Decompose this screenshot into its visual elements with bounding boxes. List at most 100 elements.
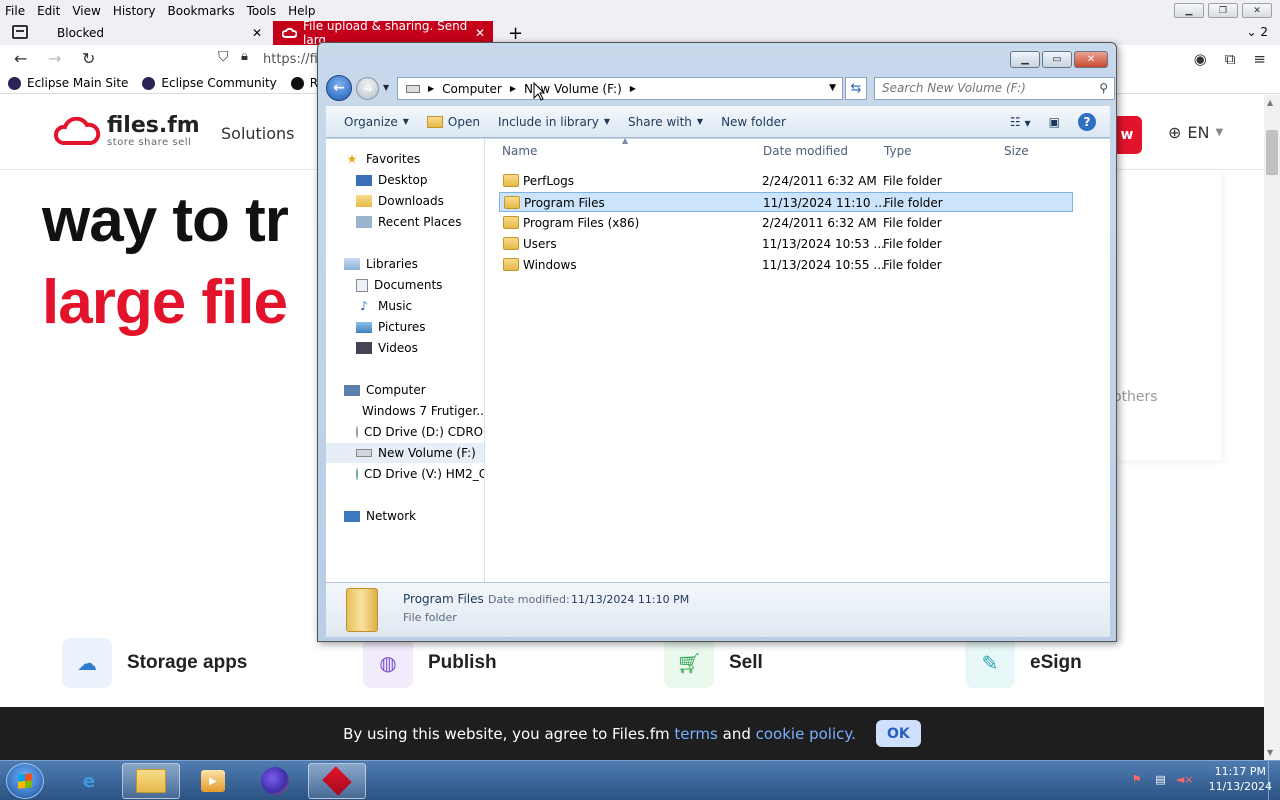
back-icon[interactable]: ← [14, 49, 27, 68]
extensions-icon[interactable]: ⧉ [1225, 50, 1236, 68]
address-bar[interactable]: ▶ Computer ▶ New Volume (F:) ▶ ▼ [397, 77, 843, 100]
menu-file[interactable]: File [0, 4, 31, 18]
search-icon[interactable]: ⚲ [1099, 81, 1108, 95]
menu-bookmarks[interactable]: Bookmarks [162, 4, 241, 18]
tab-list-icon[interactable] [12, 25, 28, 39]
close-icon[interactable]: ✕ [475, 26, 485, 40]
nav-pictures[interactable]: Pictures [326, 317, 484, 337]
show-desktop-button[interactable] [1268, 761, 1280, 800]
nav-cd-drive-d[interactable]: CD Drive (D:) CDROM [326, 422, 484, 442]
breadcrumb-arrow-icon[interactable]: ▶ [428, 84, 434, 93]
close-icon[interactable]: ✕ [252, 26, 262, 40]
files-fm-app-icon[interactable] [308, 763, 366, 799]
file-explorer-icon[interactable] [122, 763, 180, 799]
hamburger-menu-icon[interactable]: ≡ [1253, 50, 1266, 68]
new-folder-button[interactable]: New folder [721, 115, 786, 129]
help-icon[interactable]: ? [1078, 113, 1096, 131]
nav-music[interactable]: ♪ Music [326, 296, 484, 316]
file-row-perflogs[interactable]: PerfLogs 2/24/2011 6:32 AM File folder [499, 171, 1073, 191]
column-name[interactable]: Name [502, 144, 537, 158]
column-date-modified[interactable]: Date modified [763, 144, 848, 158]
tab-overflow-button[interactable]: ⌄ 2 [1246, 25, 1268, 39]
nav-documents[interactable]: Documents [326, 275, 484, 295]
volume-muted-icon[interactable]: ◄× [1176, 771, 1194, 787]
restore-button[interactable]: ❐ [1208, 3, 1238, 18]
minimize-button[interactable]: ▁ [1174, 3, 1204, 18]
cookie-ok-button[interactable]: OK [875, 720, 921, 747]
search-input[interactable] [882, 78, 1092, 98]
nav-desktop[interactable]: Desktop [326, 170, 484, 190]
action-center-icon[interactable]: ⚑ [1129, 771, 1145, 787]
dialog-close-button[interactable]: ✕ [1074, 51, 1108, 68]
breadcrumb-arrow-icon[interactable]: ▶ [510, 84, 516, 93]
include-in-library-button[interactable]: Include in library ▼ [498, 115, 610, 129]
file-row-program-files[interactable]: Program Files 11/13/2024 11:10 ... File … [499, 192, 1073, 212]
scroll-down-icon[interactable]: ▼ [1267, 748, 1273, 757]
feature-storage-apps[interactable]: ☁ Storage apps [62, 638, 247, 688]
nav-recent-places[interactable]: Recent Places [326, 212, 484, 232]
menu-history[interactable]: History [107, 4, 162, 18]
nav-network[interactable]: Network [326, 506, 484, 526]
address-dropdown-icon[interactable]: ▼ [829, 83, 836, 93]
scroll-thumb[interactable] [1266, 130, 1278, 175]
nav-favorites[interactable]: ★ Favorites [326, 149, 484, 169]
shield-icon[interactable]: ⛉ [218, 49, 229, 65]
reload-icon[interactable]: ↻ [82, 49, 95, 68]
page-scrollbar[interactable]: ▲ ▼ [1264, 95, 1280, 760]
new-tab-button[interactable]: + [508, 23, 523, 44]
breadcrumb-computer[interactable]: Computer [442, 82, 502, 96]
refresh-icon[interactable]: ⇆ [845, 77, 867, 100]
language-selector[interactable]: ⊕ EN ▼ [1168, 123, 1223, 142]
internet-explorer-icon[interactable]: e [60, 763, 118, 799]
open-button[interactable]: Open [426, 115, 480, 129]
file-row-windows[interactable]: Windows 11/13/2024 10:55 ... File folder [499, 255, 1073, 275]
menu-view[interactable]: View [66, 4, 106, 18]
menu-edit[interactable]: Edit [31, 4, 66, 18]
lock-icon[interactable]: 🔒︎ [241, 49, 248, 64]
menu-tools[interactable]: Tools [241, 4, 283, 18]
search-box[interactable]: ⚲ [874, 77, 1115, 100]
feature-esign[interactable]: ✎ eSign [965, 638, 1082, 688]
forward-icon[interactable]: → [48, 49, 61, 68]
bookmark-eclipse-community[interactable]: Eclipse Community [142, 76, 277, 90]
view-options-icon[interactable]: ☷ ▼ [1010, 115, 1031, 129]
column-size[interactable]: Size [1004, 144, 1029, 158]
menu-help[interactable]: Help [282, 4, 321, 18]
nav-windows7-drive[interactable]: Windows 7 Frutiger... [326, 401, 484, 421]
forward-icon[interactable]: → [356, 77, 379, 100]
tab-blocked[interactable]: Blocked ✕ [40, 21, 270, 45]
scroll-up-icon[interactable]: ▲ [1267, 98, 1273, 107]
feature-publish[interactable]: ◍ Publish [363, 638, 497, 688]
network-status-icon[interactable]: ▤ [1153, 771, 1169, 787]
nav-cd-drive-v[interactable]: CD Drive (V:) HM2_C [326, 464, 484, 484]
firefox-icon[interactable] [246, 763, 304, 799]
back-icon[interactable]: ← [326, 75, 352, 101]
start-button[interactable] [6, 763, 44, 799]
account-icon[interactable]: ◉ [1194, 50, 1207, 68]
history-dropdown-icon[interactable]: ▼ [383, 83, 389, 92]
nav-solutions[interactable]: Solutions [221, 124, 295, 143]
nav-videos[interactable]: Videos [326, 338, 484, 358]
cookie-policy-link[interactable]: cookie policy. [756, 725, 856, 743]
nav-libraries[interactable]: Libraries [326, 254, 484, 274]
file-row-program-files-x86[interactable]: Program Files (x86) 2/24/2011 6:32 AM Fi… [499, 213, 1073, 233]
column-type[interactable]: Type [884, 144, 912, 158]
bookmark-eclipse-main[interactable]: Eclipse Main Site [8, 76, 128, 90]
share-with-button[interactable]: Share with ▼ [628, 115, 703, 129]
files-fm-logo[interactable]: files.fm store share sell [53, 115, 200, 148]
breadcrumb-arrow-icon[interactable]: ▶ [630, 84, 636, 93]
dialog-minimize-button[interactable]: ▁ [1010, 51, 1040, 68]
organize-button[interactable]: Organize ▼ [344, 115, 409, 129]
feature-sell[interactable]: 🛒︎ Sell [664, 638, 763, 688]
dialog-maximize-button[interactable]: ▭ [1042, 51, 1072, 68]
clock[interactable]: 11:17 PM 11/13/2024 [1209, 764, 1272, 794]
nav-computer[interactable]: Computer [326, 380, 484, 400]
terms-link[interactable]: terms [674, 725, 717, 743]
url-field[interactable]: https://fil [263, 52, 321, 67]
file-row-users[interactable]: Users 11/13/2024 10:53 ... File folder [499, 234, 1073, 254]
nav-downloads[interactable]: Downloads [326, 191, 484, 211]
close-window-button[interactable]: ✕ [1242, 3, 1272, 18]
media-player-icon[interactable]: ▶ [184, 763, 242, 799]
nav-new-volume-f[interactable]: New Volume (F:) [326, 443, 484, 463]
preview-pane-icon[interactable]: ▣ [1049, 115, 1060, 129]
